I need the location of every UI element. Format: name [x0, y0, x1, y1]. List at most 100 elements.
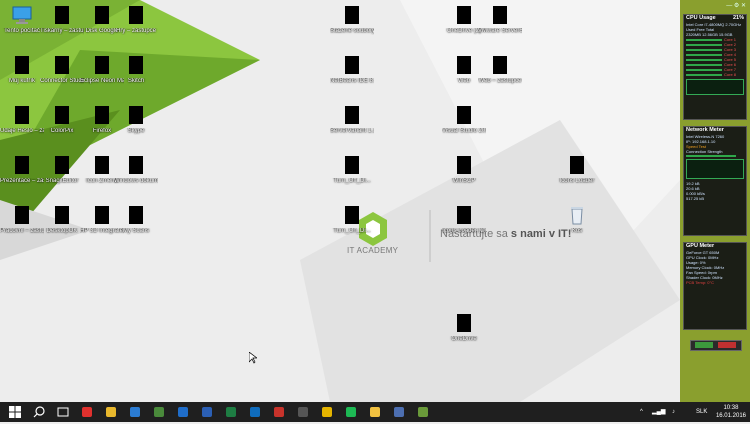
desktop-icon-label: Hry – zástupce [115, 28, 157, 34]
desktop-icon-label: SnagitEditor [45, 178, 79, 184]
desktop-icon[interactable]: Skype [114, 104, 158, 135]
app3-icon[interactable] [416, 405, 430, 419]
desktop-icon[interactable]: Icons Loader (2) [442, 204, 486, 235]
cpu-core-row: Core 8 [684, 72, 746, 77]
close-icon[interactable]: ✕ [741, 3, 746, 9]
word-icon[interactable] [200, 405, 214, 419]
thunderbolt-icon[interactable] [176, 405, 190, 419]
app-icon[interactable] [152, 405, 166, 419]
desktop-icon[interactable]: DesktopOK [40, 204, 84, 235]
redacted-app-icon [91, 204, 113, 226]
redacted-app-icon [341, 4, 363, 26]
acrobat-icon[interactable] [272, 405, 286, 419]
redacted-app-icon [453, 4, 475, 26]
redacted-app-icon [453, 54, 475, 76]
desktop-icon[interactable]: Koš [555, 204, 599, 235]
redacted-app-icon [51, 54, 73, 76]
gpu-gadget[interactable]: GPU Meter GeForce GT 650M GPU Clock: 0MH… [683, 242, 747, 330]
desktop-icon-label: ColorPix [50, 128, 74, 134]
desktop-icon[interactable]: NetBeans IDE 8.1 [330, 54, 374, 85]
explorer-icon[interactable] [368, 405, 382, 419]
desktop-icon[interactable]: VMware Server64 [478, 4, 522, 35]
network-connection-label: Connection Strength [686, 149, 723, 154]
cpu-gadget-title: CPU Usage [686, 15, 716, 21]
taskbar: ^ ▂▄▆ ♪ SLK 10:38 16.01.2016 [0, 402, 750, 422]
desktop-icon[interactable]: Icons Loader [555, 154, 599, 185]
desktop-icon-label: Tiskárny – zástupce [40, 28, 84, 34]
desktop-icon[interactable]: Web – zástupce [478, 54, 522, 85]
desktop-icon[interactable]: Stažené soubory [330, 4, 374, 35]
desktop-icon[interactable]: Pracovní – zástupce [0, 204, 44, 235]
cpu-usage-value: 21% [732, 15, 744, 21]
redacted-app-icon [489, 4, 511, 26]
desktop-icon[interactable]: SnagitEditor [40, 154, 84, 185]
desktop-icon-label: Web – zástupce [478, 78, 522, 84]
power-on-button[interactable] [695, 342, 713, 348]
task-view-icon[interactable] [56, 405, 70, 419]
desktop-icon[interactable]: Tento počítač [0, 4, 44, 35]
power-off-button[interactable] [718, 342, 736, 348]
cpu-core-label: Core 8 [724, 72, 737, 77]
redacted-app-icon [489, 54, 511, 76]
store-icon[interactable] [296, 405, 310, 419]
desktop-icon[interactable]: Visual Studio 2013 [442, 104, 486, 135]
windows-logo-icon[interactable] [8, 405, 22, 419]
desktop-icon[interactable]: Údaje Heslo – zástupce [0, 104, 44, 135]
minimize-icon[interactable]: — [726, 3, 732, 9]
desktop-icon[interactable]: Skitch [114, 54, 158, 85]
desktop: IT ACADEMY Nastartujte sa s nami v IT! T… [0, 0, 750, 402]
redacted-app-icon [51, 204, 73, 226]
desktop-icon-label: WinSCP [452, 178, 476, 184]
clock[interactable]: 10:38 16.01.2016 [716, 404, 746, 420]
opera-icon[interactable] [80, 405, 94, 419]
desktop-icon[interactable]: Turn_On_Di... [330, 204, 374, 235]
desktop-icon[interactable]: Prezentace – zástupce [0, 154, 44, 185]
volume-icon[interactable]: ♪ [672, 402, 675, 422]
cpu-gadget[interactable]: CPU Usage 21% Intel Core i7-4800MQ 2.70G… [683, 14, 747, 120]
desktop-icon-label: Turn_Off_Di... [333, 178, 371, 184]
redacted-app-icon [453, 154, 475, 176]
desktop-icon[interactable]: ColorPix [40, 104, 84, 135]
app2-icon[interactable] [392, 405, 406, 419]
network-icon[interactable]: ▂▄▆ [652, 402, 665, 422]
outlook-icon[interactable] [248, 405, 262, 419]
search-icon[interactable] [32, 405, 46, 419]
network-total: 517.25 kB [686, 196, 705, 201]
spotify-icon[interactable] [344, 405, 358, 419]
desktop-icon[interactable]: Můj kufřík [0, 54, 44, 85]
redacted-app-icon [453, 312, 475, 334]
redacted-app-icon [11, 204, 33, 226]
desktop-icon[interactable]: My Scans [114, 204, 158, 235]
language-indicator[interactable]: SLK [696, 402, 707, 422]
desktop-icon[interactable]: OneDrive [442, 312, 486, 343]
excel-icon[interactable] [224, 405, 238, 419]
desktop-icon[interactable]: ServerVariant 1.1 [330, 104, 374, 135]
redacted-app-icon [341, 154, 363, 176]
redacted-app-icon [91, 154, 113, 176]
tray-up-arrow[interactable]: ^ [640, 402, 643, 422]
desktop-icon[interactable]: Hry – zástupce [114, 4, 158, 35]
desktop-icon-label: Visual Studio 2013 [442, 128, 486, 134]
desktop-icon[interactable]: Turn_Off_Di... [330, 154, 374, 185]
desktop-icon[interactable]: Connector Studio 8 [40, 54, 84, 85]
desktop-icon-label: Windows dokumenty [114, 178, 158, 184]
desktop-icon[interactable]: Tiskárny – zástupce [40, 4, 84, 35]
desktop-icon-label: My Scans [122, 228, 150, 234]
network-graph [686, 159, 744, 179]
desktop-icon[interactable]: Windows dokumenty [114, 154, 158, 185]
cpu-core-list: Core 1 Core 2 Core 3 Core 4 Core 5 Core 6 Core… [684, 37, 746, 77]
desktop-icon-label: Údaje Heslo – zástupce [0, 128, 44, 134]
notes-icon[interactable] [320, 405, 334, 419]
desktop-icon[interactable]: WinSCP [442, 154, 486, 185]
edge-icon[interactable] [128, 405, 142, 419]
gear-icon[interactable]: ⚙ [734, 3, 739, 9]
redacted-app-icon [51, 154, 73, 176]
redacted-app-icon [125, 154, 147, 176]
network-gadget[interactable]: Network Meter Intel Wireless-N 7260 IP: … [683, 126, 747, 236]
gpu-pcb-temp: PCB Temp: 0°C [686, 280, 714, 285]
redacted-app-icon [453, 104, 475, 126]
redacted-app-icon [11, 154, 33, 176]
chrome-icon[interactable] [104, 405, 118, 419]
desktop-icon-label: Prezentace – zástupce [0, 178, 44, 184]
gpu-gadget-title: GPU Meter [686, 243, 715, 249]
